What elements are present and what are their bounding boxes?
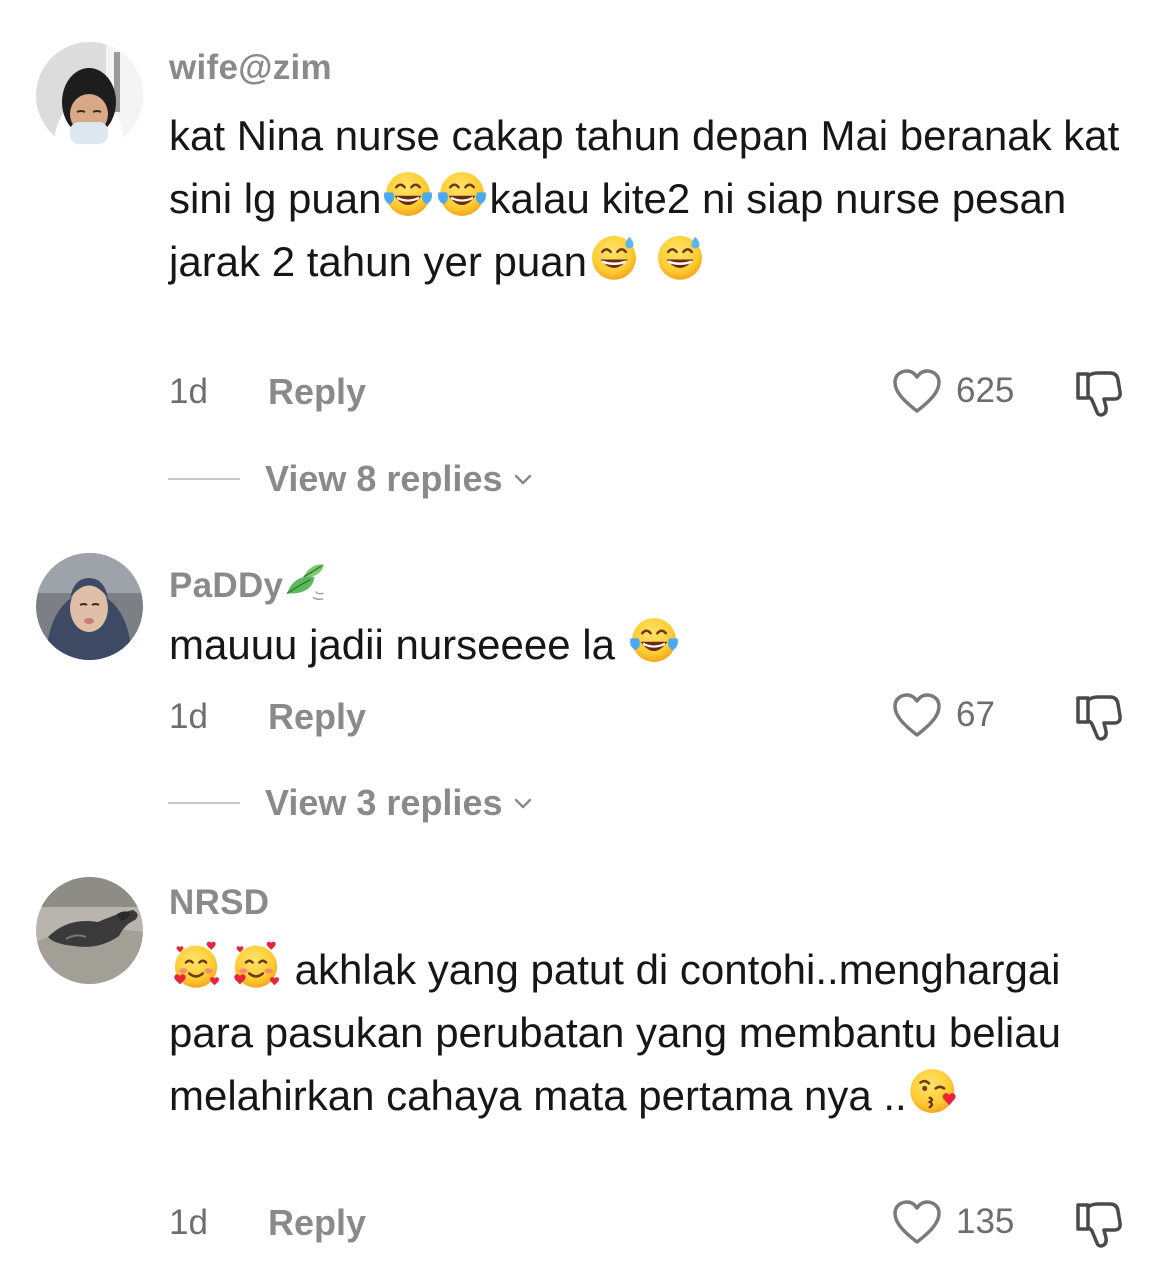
grinning-face-with-sweat-icon bbox=[653, 230, 707, 284]
face-blowing-a-kiss-icon bbox=[907, 1064, 961, 1118]
grinning-face-with-sweat-icon bbox=[587, 230, 641, 284]
face-with-tears-of-joy-icon bbox=[435, 167, 489, 221]
comment-text: mauuu jadii nurseeee la bbox=[169, 613, 1144, 676]
heart-icon bbox=[892, 692, 942, 738]
comment-timestamp: 1d bbox=[169, 372, 208, 411]
comment-username[interactable]: wife@zim bbox=[169, 48, 332, 88]
comment-username[interactable]: PaDDy bbox=[169, 559, 327, 606]
reply-button[interactable]: Reply bbox=[268, 1202, 366, 1244]
like-button[interactable]: 135 bbox=[892, 1199, 1014, 1245]
comment-text: kat Nina nurse cakap tahun depan Mai ber… bbox=[169, 104, 1144, 293]
thumbs-down-icon bbox=[1072, 368, 1122, 418]
chevron-down-icon bbox=[510, 790, 536, 816]
like-count: 67 bbox=[956, 695, 995, 734]
thumbs-down-icon bbox=[1072, 692, 1122, 742]
like-button[interactable]: 625 bbox=[892, 368, 1014, 414]
divider-line bbox=[168, 802, 240, 804]
face-with-tears-of-joy-icon bbox=[627, 613, 681, 667]
dislike-button[interactable] bbox=[1072, 368, 1122, 418]
divider-line bbox=[168, 478, 240, 480]
avatar[interactable] bbox=[36, 42, 143, 149]
heart-icon bbox=[892, 1199, 942, 1245]
reply-button[interactable]: Reply bbox=[268, 696, 366, 738]
smiling-face-with-hearts-icon bbox=[169, 938, 223, 992]
view-replies-label: View 3 replies bbox=[265, 782, 503, 823]
thumbs-down-icon bbox=[1072, 1199, 1122, 1249]
like-count: 625 bbox=[956, 371, 1015, 410]
view-replies-button[interactable]: View 8 replies bbox=[168, 458, 536, 500]
chevron-down-icon bbox=[510, 466, 536, 492]
like-button[interactable]: 67 bbox=[892, 692, 995, 738]
view-replies-label: View 8 replies bbox=[265, 458, 503, 499]
dislike-button[interactable] bbox=[1072, 1199, 1122, 1249]
leaf-fluttering-in-wind-icon bbox=[283, 559, 327, 603]
view-replies-button[interactable]: View 3 replies bbox=[168, 782, 536, 824]
comment-timestamp: 1d bbox=[169, 697, 208, 736]
avatar[interactable] bbox=[36, 877, 143, 984]
comment-username[interactable]: NRSD bbox=[169, 883, 269, 923]
face-with-tears-of-joy-icon bbox=[381, 167, 435, 221]
reply-button[interactable]: Reply bbox=[268, 371, 366, 413]
avatar[interactable] bbox=[36, 553, 143, 660]
like-count: 135 bbox=[956, 1202, 1015, 1241]
username-text: PaDDy bbox=[169, 566, 284, 605]
heart-icon bbox=[892, 368, 942, 414]
dislike-button[interactable] bbox=[1072, 692, 1122, 742]
smiling-face-with-hearts-icon bbox=[229, 938, 283, 992]
comment-timestamp: 1d bbox=[169, 1203, 208, 1242]
comment-text: akhlak yang patut di contohi..menghargai… bbox=[169, 938, 1144, 1127]
comment-text-part: mauuu jadii nurseeee la bbox=[169, 621, 627, 668]
